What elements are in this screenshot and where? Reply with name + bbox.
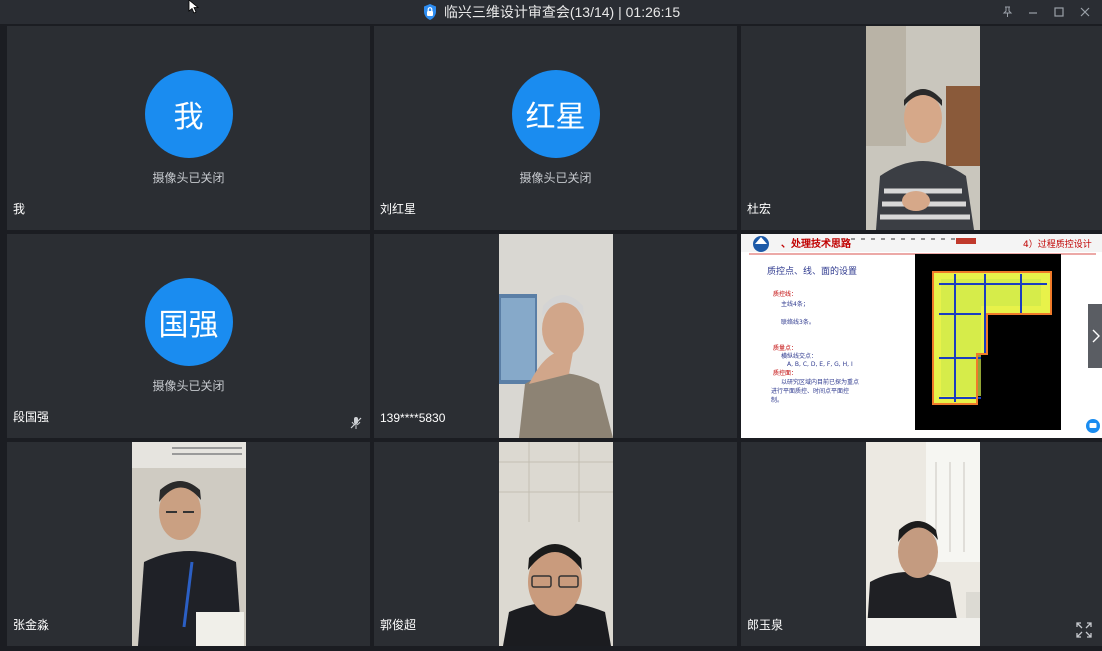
slide-subtitle: 质控点、线、面的设置: [767, 265, 857, 277]
participant-tile-lang-yuquan[interactable]: 郎玉泉: [741, 442, 1102, 646]
slide-line: 质控线：: [773, 290, 797, 298]
slide-line: 联络线3条。: [781, 318, 815, 326]
participant-video: [866, 442, 980, 646]
participant-tile-liu-hongxing[interactable]: 红星 摄像头已关闭 刘红星: [374, 26, 737, 230]
mouse-cursor-icon: [188, 0, 200, 14]
participant-name: 139****5830: [380, 411, 446, 425]
participant-tile-139-5830[interactable]: 139****5830: [374, 234, 737, 438]
pin-icon[interactable]: [1000, 5, 1014, 19]
slide-heading: 、处理技术思路: [781, 237, 852, 250]
meeting-title: 临兴三维设计审查会(13/14) | 01:26:15: [443, 4, 681, 20]
avatar: 国强: [144, 278, 233, 366]
mic-muted-icon: [350, 417, 362, 429]
slide-line: 质控面：: [773, 369, 797, 377]
participant-video: [866, 26, 980, 230]
shield-lock-icon: [423, 4, 436, 20]
participant-tile-du-hong[interactable]: 杜宏: [741, 26, 1102, 230]
maximize-icon[interactable]: [1052, 5, 1066, 19]
participant-video: [499, 442, 613, 646]
participant-name: 李**: [747, 410, 769, 424]
chevron-right-icon: [1092, 329, 1100, 343]
participant-video: [132, 442, 246, 646]
camera-off-label: 摄像头已关闭: [152, 379, 225, 393]
participant-name: 郭俊超: [380, 618, 417, 632]
participant-video: [499, 234, 613, 438]
slide-line: 主线4条；: [781, 300, 809, 308]
slide-line: 质量点：: [773, 344, 797, 352]
title-bar: 临兴三维设计审查会(13/14) | 01:26:15: [0, 0, 1102, 24]
participant-name: 我: [13, 202, 26, 216]
next-page-button[interactable]: [1088, 304, 1102, 368]
fullscreen-icon[interactable]: [1076, 622, 1092, 638]
participant-name: 张金淼: [13, 618, 50, 632]
participant-name: 刘红星: [380, 202, 417, 216]
slide-line: A, B, C, D, E, F, G, H, I: [787, 361, 853, 368]
participant-name: 杜宏: [747, 202, 772, 216]
slide-line: 横纵线交点：: [781, 352, 817, 360]
slide-line: 以研究区域内目前已探为重点: [781, 378, 859, 386]
shared-slide: 、处理技术思路 4）过程质控设计 质控点、线、面的设置 质控线： 主线4条； 联…: [741, 234, 1102, 438]
participant-tile-guo-junchao[interactable]: 郭俊超: [374, 442, 737, 646]
shared-screen-tile[interactable]: 、处理技术思路 4）过程质控设计 质控点、线、面的设置 质控线： 主线4条； 联…: [741, 234, 1102, 438]
slide-right-heading: 4）过程质控设计: [1023, 238, 1092, 250]
camera-off-label: 摄像头已关闭: [519, 171, 592, 185]
slide-line: 制。: [771, 396, 783, 404]
participant-tile-zhang-jinmiao[interactable]: 张金淼: [7, 442, 370, 646]
avatar: 红星: [511, 70, 600, 158]
participant-name: 郎玉泉: [747, 618, 784, 632]
camera-off-label: 摄像头已关闭: [152, 171, 225, 185]
participant-tile-duan-guoqiang[interactable]: 国强 摄像头已关闭 段国强: [7, 234, 370, 438]
slide-line: 进行平面质控、时间点平面控: [771, 387, 849, 395]
close-icon[interactable]: [1078, 5, 1092, 19]
chat-bubble-icon[interactable]: [1086, 419, 1100, 433]
participant-name: 段国强: [13, 410, 50, 424]
minimize-icon[interactable]: [1026, 5, 1040, 19]
avatar: 我: [144, 70, 233, 158]
participant-tile-me[interactable]: 我 摄像头已关闭 我: [7, 26, 370, 230]
